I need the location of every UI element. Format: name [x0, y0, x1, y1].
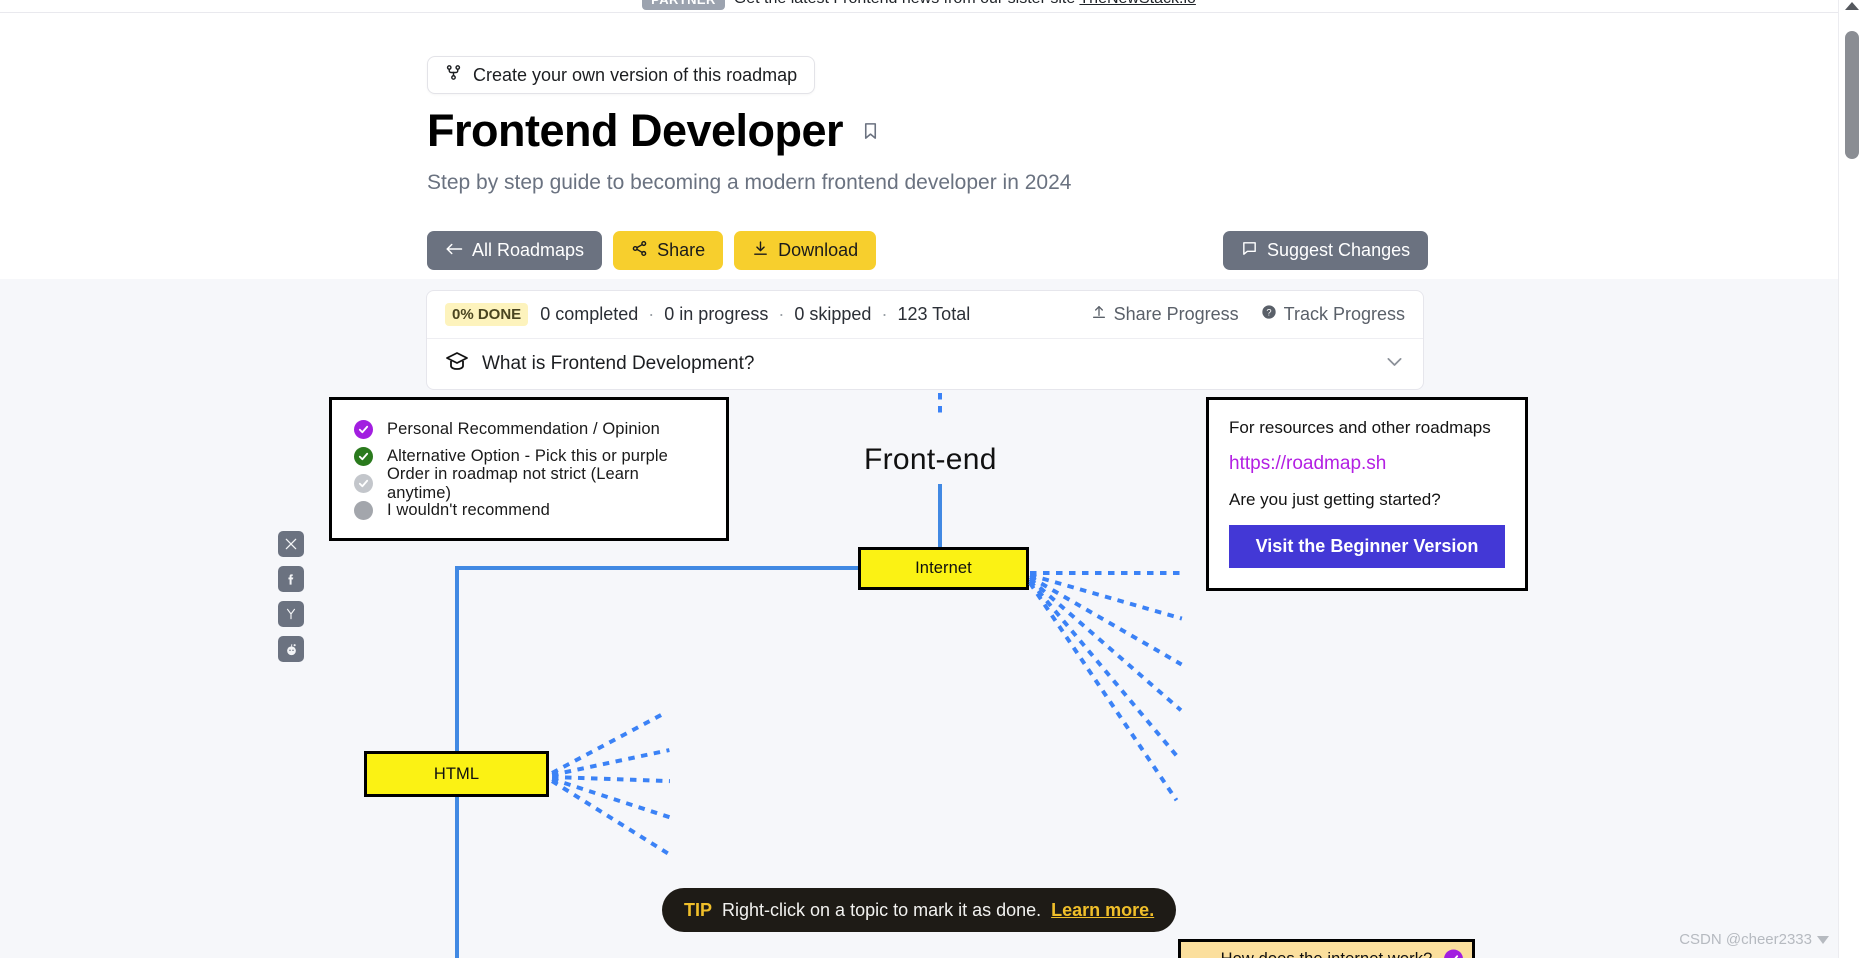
- suggest-changes-label: Suggest Changes: [1267, 240, 1411, 260]
- accordion-label: What is Frontend Development?: [482, 353, 755, 374]
- progress-actions: Share Progress ? Track Progress: [1091, 304, 1405, 325]
- solid-circle-grey-icon: [354, 501, 373, 520]
- legend-item: Personal Recommendation / Opinion: [354, 416, 706, 443]
- social-facebook-button[interactable]: [278, 566, 304, 592]
- help-circle-icon: ?: [1261, 304, 1277, 325]
- progress-summary-row: 0% DONE 0 completed · 0 in progress · 0 …: [427, 291, 1423, 339]
- check-circle-purple-icon: [354, 420, 373, 439]
- comment-icon: [1241, 240, 1258, 262]
- legend-box: Personal Recommendation / Opinion Altern…: [329, 397, 729, 541]
- social-share-rail: [278, 531, 304, 662]
- track-progress-label: Track Progress: [1283, 304, 1405, 324]
- progress-percent-badge: 0% DONE: [445, 303, 529, 326]
- all-roadmaps-label: All Roadmaps: [472, 240, 585, 260]
- watermark-triangle-icon: [1817, 935, 1829, 944]
- suggest-changes-button[interactable]: Suggest Changes: [1223, 231, 1429, 270]
- download-label: Download: [778, 240, 859, 260]
- social-hackernews-button[interactable]: [278, 601, 304, 627]
- progress-completed: 0 completed: [540, 304, 639, 324]
- html-child-connector: [551, 712, 664, 775]
- resources-heading: For resources and other roadmaps: [1229, 418, 1491, 437]
- html-child-connector: [550, 779, 672, 857]
- node-how-does-internet-work[interactable]: How does the internet work?: [1178, 939, 1475, 958]
- html-child-connector: [551, 777, 675, 821]
- partner-banner: PARTNER Get the latest Frontend news fro…: [0, 0, 1838, 13]
- progress-in-progress: 0 in progress: [664, 304, 769, 324]
- progress-separator: ·: [881, 304, 888, 324]
- upload-icon: [1091, 304, 1107, 325]
- page-title-row: Frontend Developer: [427, 105, 880, 157]
- node-label: How does the internet work?: [1221, 950, 1433, 958]
- tip-toast: TIP Right-click on a topic to mark it as…: [662, 888, 1177, 932]
- legend-item-label: Order in roadmap not strict (Learn anyti…: [387, 464, 639, 502]
- visit-beginner-version-button[interactable]: Visit the Beginner Version: [1229, 525, 1505, 568]
- page-subtitle: Step by step guide to becoming a modern …: [427, 171, 1072, 194]
- download-button[interactable]: Download: [734, 231, 877, 270]
- progress-skipped: 0 skipped: [794, 304, 872, 324]
- internet-left-branch-horizontal: [455, 566, 858, 570]
- share-progress-label: Share Progress: [1113, 304, 1239, 324]
- svg-text:?: ?: [1266, 307, 1271, 317]
- resources-box: For resources and other roadmaps https:/…: [1206, 397, 1528, 591]
- legend-item-label: Personal Recommendation / Opinion: [387, 420, 660, 438]
- arrow-left-icon: [445, 240, 463, 261]
- download-icon: [752, 240, 769, 262]
- graduation-cap-icon: [445, 350, 469, 379]
- legend-item-label: Alternative Option - Pick this or purple: [387, 447, 668, 465]
- partner-banner-text: Get the latest Frontend news from our si…: [734, 0, 1196, 8]
- partner-banner-link[interactable]: TheNewStack.io: [1079, 0, 1196, 7]
- legend-item-label: I wouldn't recommend: [387, 501, 550, 519]
- what-is-frontend-accordion[interactable]: What is Frontend Development?: [427, 339, 1423, 389]
- watermark: CSDN @cheer2333: [1679, 931, 1829, 948]
- resources-question: Are you just getting started?: [1229, 490, 1441, 509]
- page-title: Frontend Developer: [427, 105, 844, 156]
- check-circle-green-icon: [354, 447, 373, 466]
- share-icon: [631, 240, 648, 262]
- tip-message: Right-click on a topic to mark it as don…: [722, 899, 1042, 920]
- vertical-scrollbar[interactable]: [1838, 0, 1865, 958]
- node-html[interactable]: HTML: [364, 751, 549, 797]
- internet-child-connector: [1029, 575, 1183, 667]
- progress-total: 123 Total: [897, 304, 971, 324]
- create-own-version-label: Create your own version of this roadmap: [473, 64, 798, 85]
- bookmark-icon[interactable]: [861, 119, 880, 143]
- create-own-version-button[interactable]: Create your own version of this roadmap: [427, 56, 816, 94]
- chevron-down-icon[interactable]: [1384, 351, 1405, 377]
- legend-item: Order in roadmap not strict (Learn anyti…: [354, 465, 706, 502]
- node-internet-label: Internet: [915, 559, 972, 577]
- partner-badge: PARTNER: [642, 0, 725, 10]
- tip-learn-more-link[interactable]: Learn more.: [1051, 900, 1154, 921]
- all-roadmaps-button[interactable]: All Roadmaps: [427, 231, 603, 270]
- internet-child-connector: [1030, 571, 1180, 575]
- check-circle-grey-icon: [354, 474, 373, 493]
- scroll-up-arrow-icon[interactable]: [1845, 2, 1859, 10]
- check-circle-purple-icon: [1444, 949, 1463, 958]
- node-internet[interactable]: Internet: [858, 547, 1029, 590]
- tip-keyword: TIP: [684, 899, 713, 920]
- progress-separator: ·: [778, 304, 785, 324]
- fork-icon: [445, 64, 462, 86]
- scrollbar-thumb[interactable]: [1845, 31, 1859, 159]
- action-button-row: All Roadmaps Share Download: [427, 231, 877, 270]
- roadmap-page: PARTNER Get the latest Frontend news fro…: [0, 0, 1865, 958]
- node-html-label: HTML: [433, 764, 480, 783]
- social-x-button[interactable]: [278, 531, 304, 557]
- share-label: Share: [657, 240, 706, 260]
- social-reddit-button[interactable]: [278, 636, 304, 662]
- share-progress-button[interactable]: Share Progress: [1091, 304, 1239, 325]
- progress-stats: 0 completed · 0 in progress · 0 skipped …: [540, 304, 970, 325]
- progress-card: 0% DONE 0 completed · 0 in progress · 0 …: [426, 290, 1424, 390]
- share-button[interactable]: Share: [613, 231, 724, 270]
- roadmap-root-label: Front-end: [864, 443, 997, 476]
- page-header: Create your own version of this roadmap …: [0, 13, 1838, 279]
- progress-separator: ·: [648, 304, 655, 324]
- track-progress-button[interactable]: ? Track Progress: [1261, 304, 1405, 325]
- watermark-text: CSDN @cheer2333: [1679, 931, 1812, 948]
- partner-banner-message: Get the latest Frontend news from our si…: [734, 0, 1075, 7]
- internet-child-connector: [1028, 579, 1180, 759]
- roadmap-sh-link[interactable]: https://roadmap.sh: [1229, 453, 1505, 475]
